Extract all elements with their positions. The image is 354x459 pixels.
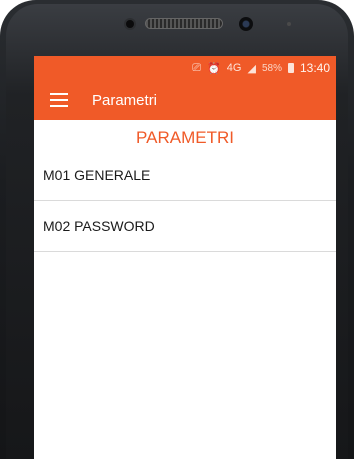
- app-bar: Parametri: [34, 80, 336, 120]
- signal-icon: ◢: [247, 62, 256, 75]
- cast-icon: ⎚: [192, 61, 202, 74]
- list-item-m01-generale[interactable]: M01 GENERALE: [34, 150, 336, 201]
- alarm-icon: ⏰: [207, 62, 221, 75]
- status-bar: ⎚ ⏰ 4G ◢ 58% 13:40: [34, 56, 336, 80]
- app-title: Parametri: [92, 91, 158, 109]
- list-item-label: M01 GENERALE: [43, 167, 151, 183]
- clock: 13:40: [299, 61, 330, 75]
- screen: ⎚ ⏰ 4G ◢ 58% 13:40 Parametri PARAMETRI M…: [34, 56, 336, 459]
- page-title: PARAMETRI: [136, 128, 234, 147]
- parameter-list: M01 GENERALE M02 PASSWORD: [34, 150, 336, 252]
- sensor-dot: [126, 20, 134, 28]
- battery-percent: 58%: [261, 62, 282, 74]
- phone-frame: ⎚ ⏰ 4G ◢ 58% 13:40 Parametri PARAMETRI M…: [0, 0, 354, 459]
- battery-icon: [287, 63, 294, 73]
- earpiece-speaker: [145, 18, 223, 29]
- list-item-m02-password[interactable]: M02 PASSWORD: [34, 201, 336, 252]
- list-item-label: M02 PASSWORD: [43, 218, 155, 234]
- front-camera: [239, 17, 253, 31]
- menu-icon[interactable]: [50, 93, 68, 107]
- network-type: 4G: [226, 62, 242, 74]
- proximity-sensor: [287, 22, 291, 26]
